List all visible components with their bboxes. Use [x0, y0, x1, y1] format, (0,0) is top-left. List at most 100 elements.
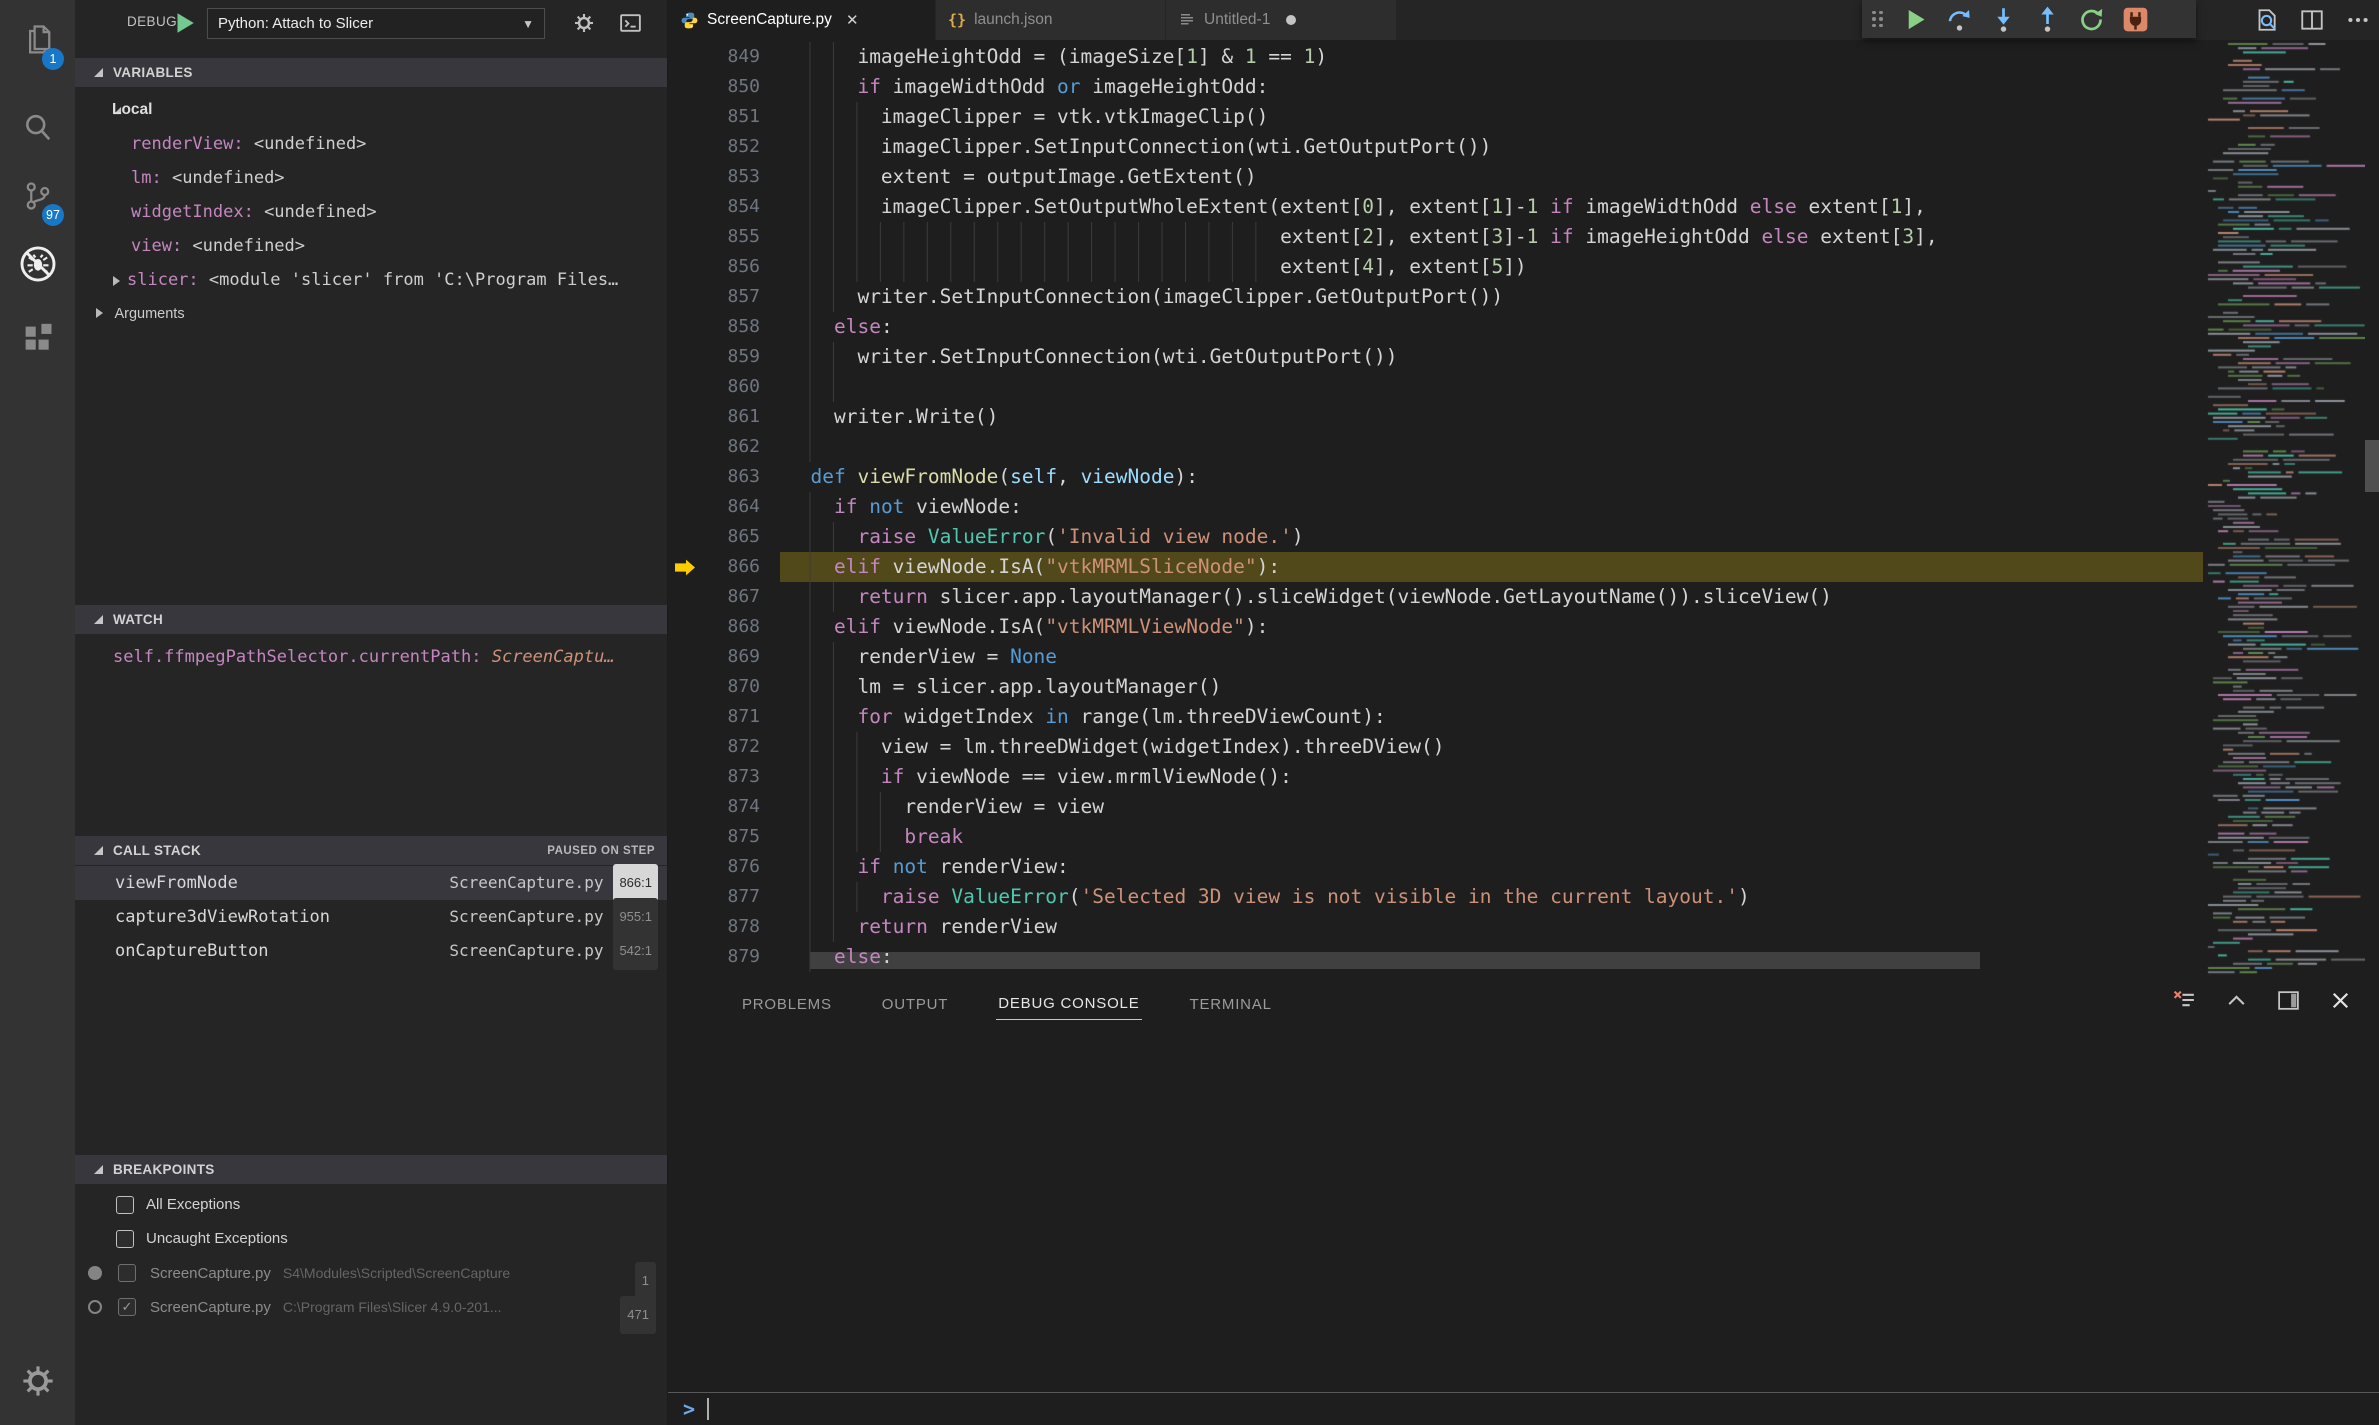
step-over-button[interactable]: [1946, 6, 1973, 33]
code-line[interactable]: 849 imageHeightOdd = (imageSize[1] & 1 =…: [668, 42, 2379, 72]
code-line[interactable]: 879 else:: [668, 942, 2379, 972]
arguments-row[interactable]: Arguments: [75, 297, 667, 331]
callstack-frame-row[interactable]: capture3dViewRotationScreenCapture.py955…: [75, 900, 667, 934]
line-number[interactable]: 877: [668, 882, 760, 912]
code-line[interactable]: 866 elif viewNode.IsA("vtkMRMLSliceNode"…: [668, 552, 2379, 582]
file-breakpoint-row[interactable]: ScreenCapture.pyS4\Modules\Scripted\Scre…: [75, 1256, 667, 1290]
settings-gear-icon[interactable]: [0, 1345, 75, 1417]
line-number[interactable]: 872: [668, 732, 760, 762]
line-number[interactable]: 856: [668, 252, 760, 282]
step-out-button[interactable]: [2034, 6, 2061, 33]
line-number[interactable]: 850: [668, 72, 760, 102]
debug-settings-gear-icon[interactable]: [572, 11, 596, 35]
code-line[interactable]: 873 if viewNode == view.mrmlViewNode():: [668, 762, 2379, 792]
variable-row[interactable]: renderView: <undefined>: [75, 127, 667, 161]
exception-breakpoint-row[interactable]: Uncaught Exceptions: [75, 1222, 667, 1256]
tab-output[interactable]: OUTPUT: [880, 983, 950, 1020]
tab-screencapture-py[interactable]: ScreenCapture.py ✕: [668, 0, 935, 40]
file-breakpoint-row[interactable]: ✓ScreenCapture.pyC:\Program Files\Slicer…: [75, 1290, 667, 1324]
line-number[interactable]: 878: [668, 912, 760, 942]
line-number[interactable]: 857: [668, 282, 760, 312]
watch-expression-row[interactable]: self.ffmpegPathSelector.currentPath: Scr…: [75, 640, 667, 674]
line-number[interactable]: 854: [668, 192, 760, 222]
code-editor[interactable]: 849 imageHeightOdd = (imageSize[1] & 1 =…: [668, 40, 2379, 978]
step-into-button[interactable]: [1990, 6, 2017, 33]
callstack-section-header[interactable]: CALL STACK PAUSED ON STEP: [75, 836, 667, 865]
close-panel-icon[interactable]: [2328, 988, 2353, 1013]
line-number[interactable]: 859: [668, 342, 760, 372]
variable-row[interactable]: lm: <undefined>: [75, 161, 667, 195]
checkbox[interactable]: [118, 1264, 136, 1282]
line-number[interactable]: 879: [668, 942, 760, 972]
debug-console-toggle-icon[interactable]: [618, 11, 643, 36]
code-line[interactable]: 859 writer.SetInputConnection(wti.GetOut…: [668, 342, 2379, 372]
line-number[interactable]: 871: [668, 702, 760, 732]
line-number[interactable]: 865: [668, 522, 760, 552]
line-number[interactable]: 853: [668, 162, 760, 192]
line-number[interactable]: 849: [668, 42, 760, 72]
line-number[interactable]: 869: [668, 642, 760, 672]
tab-launch-json[interactable]: {} launch.json: [936, 0, 1165, 40]
variables-scope-row[interactable]: Local: [75, 93, 667, 127]
code-line[interactable]: 858 else:: [668, 312, 2379, 342]
maximize-panel-icon[interactable]: [2224, 988, 2249, 1013]
clear-console-icon[interactable]: [2172, 988, 2197, 1013]
continue-button[interactable]: [1902, 6, 1929, 33]
debug-icon-active[interactable]: [0, 228, 75, 300]
split-editor-icon[interactable]: [2299, 7, 2325, 33]
close-tab-icon[interactable]: ✕: [846, 11, 859, 29]
code-line[interactable]: 868 elif viewNode.IsA("vtkMRMLViewNode")…: [668, 612, 2379, 642]
checkbox[interactable]: ✓: [118, 1298, 136, 1316]
code-line[interactable]: 850 if imageWidthOdd or imageHeightOdd:: [668, 72, 2379, 102]
code-line[interactable]: 872 view = lm.threeDWidget(widgetIndex).…: [668, 732, 2379, 762]
variable-row[interactable]: widgetIndex: <undefined>: [75, 195, 667, 229]
variable-row[interactable]: slicer: <module 'slicer' from 'C:\Progra…: [75, 263, 667, 297]
disconnect-button[interactable]: [2122, 6, 2149, 33]
line-number[interactable]: 860: [668, 372, 760, 402]
code-line[interactable]: 862: [668, 432, 2379, 462]
code-line[interactable]: 863 def viewFromNode(self, viewNode):: [668, 462, 2379, 492]
restart-button[interactable]: [2078, 6, 2105, 33]
line-number[interactable]: 851: [668, 102, 760, 132]
code-line[interactable]: 861 writer.Write(): [668, 402, 2379, 432]
explorer-icon[interactable]: 1: [0, 4, 75, 76]
line-number[interactable]: 873: [668, 762, 760, 792]
callstack-frame-row[interactable]: viewFromNodeScreenCapture.py866:1: [75, 866, 667, 900]
code-line[interactable]: 875 break: [668, 822, 2379, 852]
start-debug-button[interactable]: [171, 10, 197, 36]
line-number[interactable]: 866: [668, 552, 760, 582]
line-number[interactable]: 855: [668, 222, 760, 252]
code-line[interactable]: 856 extent[4], extent[5]): [668, 252, 2379, 282]
code-line[interactable]: 878 return renderView: [668, 912, 2379, 942]
tab-problems[interactable]: PROBLEMS: [740, 983, 834, 1020]
code-line[interactable]: 871 for widgetIndex in range(lm.threeDVi…: [668, 702, 2379, 732]
code-line[interactable]: 857 writer.SetInputConnection(imageClipp…: [668, 282, 2379, 312]
more-actions-icon[interactable]: [2345, 7, 2371, 33]
code-line[interactable]: 851 imageClipper = vtk.vtkImageClip(): [668, 102, 2379, 132]
checkbox[interactable]: [116, 1196, 134, 1214]
debug-console-input[interactable]: >: [668, 1392, 2379, 1425]
checkbox[interactable]: [116, 1230, 134, 1248]
line-number[interactable]: 858: [668, 312, 760, 342]
line-number[interactable]: 867: [668, 582, 760, 612]
open-preview-icon[interactable]: [2253, 7, 2279, 33]
toolbar-drag-grip[interactable]: [1872, 11, 1883, 28]
line-number[interactable]: 861: [668, 402, 760, 432]
code-line[interactable]: 860: [668, 372, 2379, 402]
line-number[interactable]: 864: [668, 492, 760, 522]
panel-layout-icon[interactable]: [2276, 988, 2301, 1013]
tab-debug-console[interactable]: DEBUG CONSOLE: [996, 982, 1141, 1020]
variables-section-header[interactable]: VARIABLES: [75, 58, 667, 87]
line-number[interactable]: 852: [668, 132, 760, 162]
exception-breakpoint-row[interactable]: All Exceptions: [75, 1188, 667, 1222]
line-number[interactable]: 863: [668, 462, 760, 492]
code-line[interactable]: 853 extent = outputImage.GetExtent(): [668, 162, 2379, 192]
unsaved-dot-icon[interactable]: [1286, 15, 1296, 25]
callstack-frame-row[interactable]: onCaptureButtonScreenCapture.py542:1: [75, 934, 667, 968]
breakpoints-section-header[interactable]: BREAKPOINTS: [75, 1155, 667, 1184]
line-number[interactable]: 876: [668, 852, 760, 882]
code-line[interactable]: 877 raise ValueError('Selected 3D view i…: [668, 882, 2379, 912]
extensions-icon[interactable]: [0, 303, 75, 375]
code-line[interactable]: 869 renderView = None: [668, 642, 2379, 672]
variable-row[interactable]: view: <undefined>: [75, 229, 667, 263]
